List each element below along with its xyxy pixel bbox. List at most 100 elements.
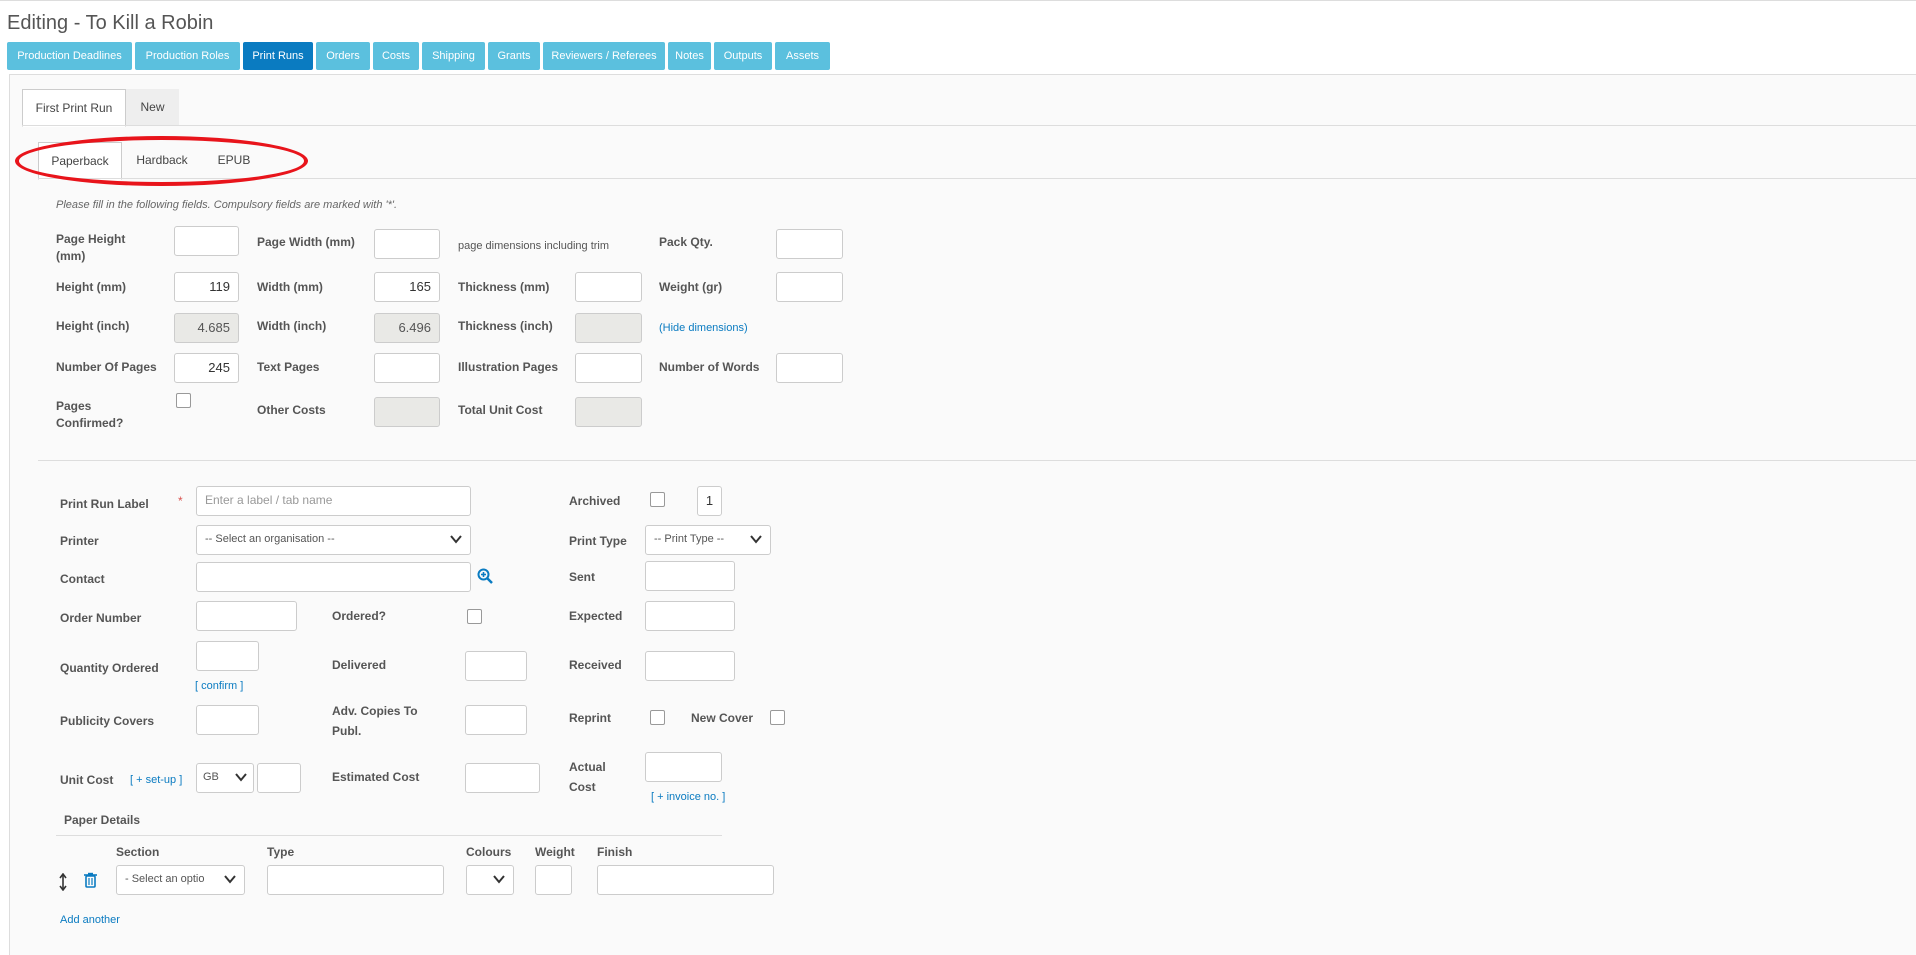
thickness-inch-value <box>575 313 642 343</box>
paper-finish-input[interactable] <box>597 865 774 895</box>
pack-qty-label: Pack Qty. <box>659 235 713 249</box>
tab-new-run[interactable]: New <box>126 89 179 125</box>
add-another-link[interactable]: Add another <box>60 914 120 926</box>
other-costs-value <box>374 397 440 427</box>
expected-label: Expected <box>569 609 623 623</box>
run-tabs-divider <box>22 125 1916 126</box>
number-of-pages-input[interactable]: 245 <box>174 353 239 383</box>
sort-icon[interactable] <box>58 873 68 891</box>
page-height-input[interactable] <box>174 226 239 256</box>
chevron-down-icon <box>493 875 505 884</box>
pack-qty-input[interactable] <box>776 229 843 259</box>
printer-select[interactable]: -- Select an organisation -- <box>196 525 471 555</box>
nav-production-deadlines[interactable]: Production Deadlines <box>7 42 132 70</box>
nav-shipping[interactable]: Shipping <box>422 42 485 70</box>
received-label: Received <box>569 658 622 672</box>
expected-input[interactable] <box>645 601 735 631</box>
trash-icon[interactable] <box>83 872 98 888</box>
archived-checkbox[interactable] <box>650 492 665 507</box>
section-select[interactable]: - Select an optio <box>116 865 245 895</box>
width-mm-label: Width (mm) <box>257 280 323 294</box>
setup-link[interactable]: [ + set-up ] <box>130 774 182 786</box>
nav-notes[interactable]: Notes <box>668 42 711 70</box>
page-width-label: Page Width (mm) <box>257 235 355 249</box>
column-section: Section <box>116 845 160 859</box>
weight-input[interactable] <box>776 272 843 302</box>
pages-confirmed-label: Pages Confirmed? <box>56 399 124 430</box>
chevron-down-icon <box>224 875 236 884</box>
form-instructions: Please fill in the following fields. Com… <box>56 199 398 211</box>
width-inch-value: 6.496 <box>374 313 440 343</box>
publicity-covers-label: Publicity Covers <box>60 714 155 728</box>
height-mm-input[interactable]: 119 <box>174 272 239 302</box>
nav-grants[interactable]: Grants <box>488 42 540 70</box>
order-number-input[interactable] <box>196 601 297 631</box>
delivered-input[interactable] <box>465 651 527 681</box>
new-cover-checkbox[interactable] <box>770 710 785 725</box>
quantity-ordered-input[interactable] <box>196 641 259 671</box>
text-pages-input[interactable] <box>374 353 440 383</box>
chevron-down-icon <box>750 535 762 544</box>
print-type-select-value: -- Print Type -- <box>654 533 725 545</box>
nav-production-roles[interactable]: Production Roles <box>135 42 240 70</box>
publicity-covers-input[interactable] <box>196 705 259 735</box>
printer-label: Printer <box>60 534 99 548</box>
archived-label: Archived <box>569 494 621 508</box>
pages-confirmed-checkbox[interactable] <box>176 393 191 408</box>
nav-orders[interactable]: Orders <box>316 42 370 70</box>
quantity-ordered-label: Quantity Ordered <box>60 661 159 675</box>
chevron-down-icon <box>450 535 462 544</box>
page-dimensions-note: page dimensions including trim <box>458 240 610 252</box>
thickness-mm-input[interactable] <box>575 272 642 302</box>
hide-dimensions-link[interactable]: (Hide dimensions) <box>659 322 748 334</box>
search-plus-icon[interactable] <box>477 568 493 584</box>
paper-weight-input[interactable] <box>535 865 572 895</box>
print-run-label-label: Print Run Label <box>60 497 149 511</box>
print-run-label-input[interactable]: Enter a label / tab name <box>196 486 471 516</box>
nav-outputs[interactable]: Outputs <box>714 42 772 70</box>
page-height-label: Page Height (mm) <box>56 232 126 263</box>
adv-copies-label: Adv. Copies To Publ. <box>332 704 418 738</box>
sent-label: Sent <box>569 570 596 584</box>
print-type-select[interactable]: -- Print Type -- <box>645 525 771 555</box>
nav-costs[interactable]: Costs <box>373 42 419 70</box>
number-of-words-input[interactable] <box>776 353 843 383</box>
unit-cost-label: Unit Cost <box>60 773 114 787</box>
estimated-cost-input[interactable] <box>465 763 540 793</box>
colours-select[interactable] <box>466 865 514 895</box>
top-border <box>0 0 1916 1</box>
column-type: Type <box>267 845 295 859</box>
adv-copies-input[interactable] <box>465 705 527 735</box>
nav-reviewers-referees[interactable]: Reviewers / Referees <box>543 42 665 70</box>
section-divider <box>38 460 1916 461</box>
width-mm-input[interactable]: 165 <box>374 272 440 302</box>
contact-input[interactable] <box>196 562 471 592</box>
received-input[interactable] <box>645 651 735 681</box>
nav-print-runs[interactable]: Print Runs <box>243 42 313 70</box>
paper-details-divider <box>56 835 722 836</box>
actual-cost-input[interactable] <box>645 752 722 782</box>
page-width-input[interactable] <box>374 229 440 259</box>
number-of-words-label: Number of Words <box>659 360 760 374</box>
unit-cost-input[interactable] <box>257 763 301 793</box>
actual-cost-label: Actual Cost <box>569 760 606 794</box>
printer-select-value: -- Select an organisation -- <box>205 533 335 545</box>
illustration-pages-label: Illustration Pages <box>458 360 559 374</box>
weight-label: Weight (gr) <box>659 280 723 294</box>
confirm-link[interactable]: [ confirm ] <box>195 680 243 692</box>
reprint-checkbox[interactable] <box>650 710 665 725</box>
text-pages-label: Text Pages <box>257 360 320 374</box>
column-weight: Weight <box>535 845 575 859</box>
currency-select-value: GB <box>203 771 219 783</box>
invoice-link[interactable]: [ + invoice no. ] <box>651 791 725 803</box>
paper-type-input[interactable] <box>267 865 444 895</box>
height-inch-label: Height (inch) <box>56 319 130 333</box>
illustration-pages-input[interactable] <box>575 353 642 383</box>
nav-assets[interactable]: Assets <box>775 42 830 70</box>
ordered-checkbox[interactable] <box>467 609 482 624</box>
currency-select[interactable]: GB <box>196 763 254 793</box>
tab-first-print-run[interactable]: First Print Run <box>22 89 126 127</box>
thickness-inch-label: Thickness (inch) <box>458 319 553 333</box>
reprint-label: Reprint <box>569 711 611 725</box>
sent-input[interactable] <box>645 561 735 591</box>
